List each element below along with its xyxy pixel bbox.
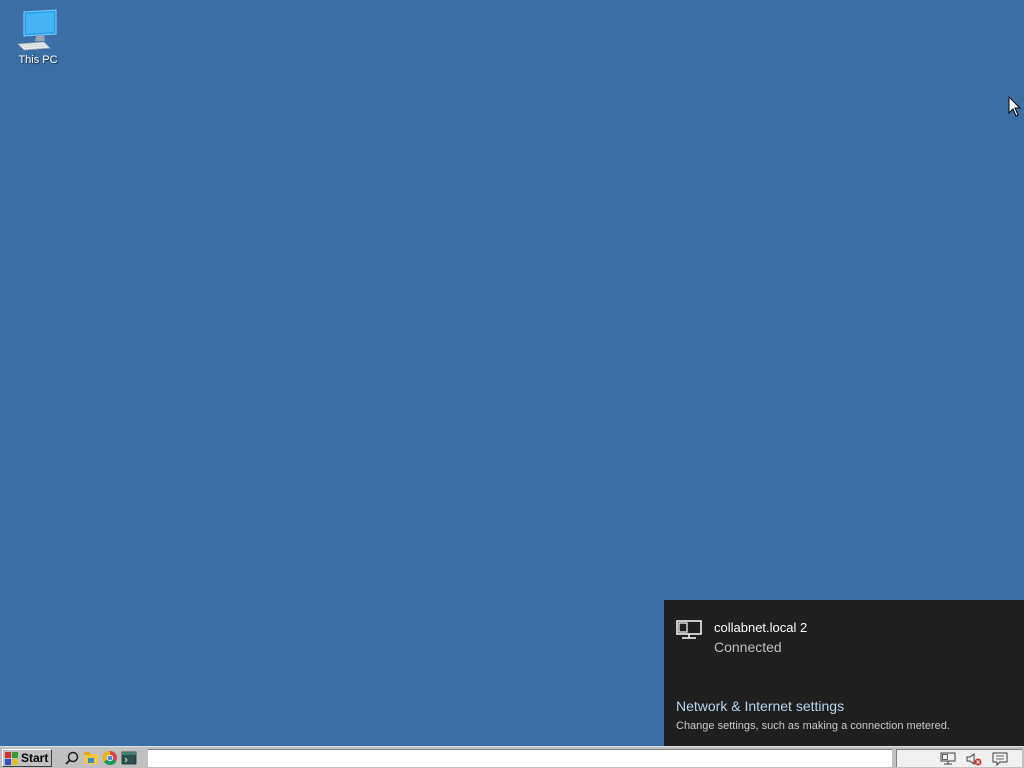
taskbar-task-area[interactable] [148, 749, 892, 767]
volume-muted-icon[interactable] [966, 752, 982, 766]
wired-network-icon [676, 620, 702, 639]
network-status: Connected [714, 639, 782, 655]
network-icon[interactable] [940, 752, 956, 766]
windows-flag-icon [5, 751, 18, 765]
taskbar: Start [0, 746, 1024, 768]
network-internet-settings-link[interactable]: Network & Internet settings [676, 698, 844, 714]
network-name: collabnet.local 2 [714, 620, 808, 635]
mouse-cursor-icon [1008, 96, 1022, 117]
network-connection-item[interactable]: collabnet.local 2 Connected [664, 600, 1024, 664]
network-settings-description: Change settings, such as making a connec… [676, 720, 950, 732]
start-label: Start [21, 751, 49, 765]
computer-icon [17, 9, 57, 51]
this-pc-desktop-icon[interactable]: This PC [8, 8, 68, 66]
system-tray [896, 749, 1022, 767]
chrome-icon[interactable] [102, 750, 118, 766]
file-explorer-icon[interactable] [83, 750, 99, 766]
network-flyout: collabnet.local 2 Connected Network & In… [664, 600, 1024, 746]
terminal-icon[interactable] [121, 750, 137, 766]
search-icon[interactable] [64, 750, 80, 766]
this-pc-label: This PC [18, 54, 58, 66]
quick-launch [56, 749, 137, 767]
notifications-icon[interactable] [992, 752, 1008, 766]
start-button[interactable]: Start [2, 749, 52, 767]
